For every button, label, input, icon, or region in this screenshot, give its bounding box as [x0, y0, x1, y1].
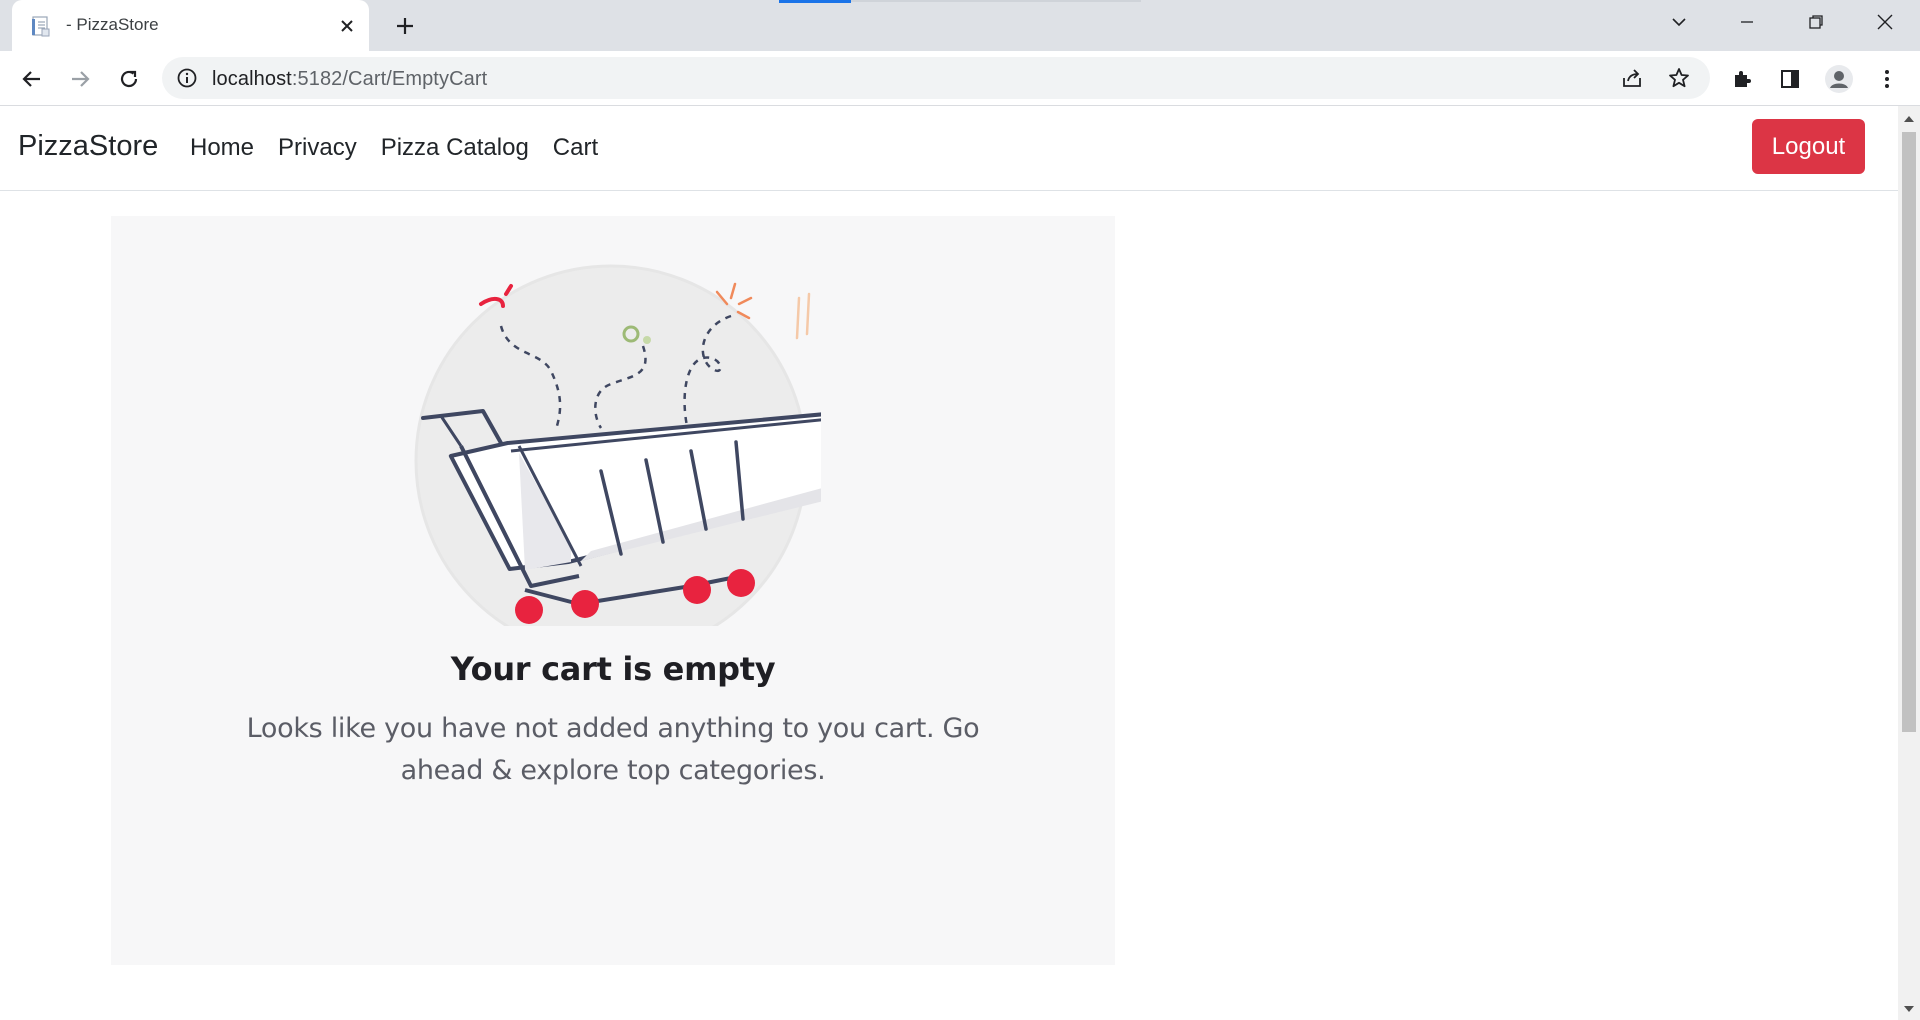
side-panel-icon[interactable] — [1773, 62, 1807, 96]
loading-track — [851, 0, 1141, 2]
page-scrollbar[interactable] — [1898, 106, 1920, 1020]
new-tab-icon[interactable] — [390, 11, 420, 41]
nav-link-home[interactable]: Home — [190, 134, 266, 162]
bookmark-star-icon[interactable] — [1667, 66, 1691, 90]
logout-button[interactable]: Logout — [1752, 119, 1865, 174]
page-viewport: PizzaStore Home Privacy Pizza Catalog Ca… — [0, 106, 1898, 1020]
close-window-icon[interactable] — [1863, 6, 1907, 38]
brand-logo[interactable]: PizzaStore — [18, 130, 158, 163]
empty-cart-illustration — [401, 246, 860, 658]
site-info-icon[interactable] — [176, 67, 198, 89]
url-path: :5182/Cart/EmptyCart — [291, 68, 488, 90]
nav-links: Home Privacy Pizza Catalog Cart — [190, 134, 610, 162]
nav-link-privacy[interactable]: Privacy — [266, 134, 369, 162]
empty-cart-title: Your cart is empty — [450, 650, 776, 688]
url-text[interactable]: localhost:5182/Cart/EmptyCart — [212, 68, 487, 91]
browser-menu-icon[interactable] — [1870, 62, 1904, 96]
nav-link-cart[interactable]: Cart — [541, 134, 610, 162]
empty-cart-card: Your cart is empty Looks like you have n… — [111, 216, 1115, 965]
share-icon[interactable] — [1620, 66, 1644, 90]
reload-icon[interactable] — [112, 62, 146, 96]
empty-cart-description: Looks like you have not added anything t… — [246, 713, 980, 786]
nav-link-pizza-catalog[interactable]: Pizza Catalog — [369, 134, 541, 162]
profile-avatar-icon[interactable] — [1822, 62, 1856, 96]
back-arrow-icon[interactable] — [15, 62, 49, 96]
scrollbar-thumb[interactable] — [1902, 132, 1916, 732]
browser-tab-strip: - PizzaStore — [0, 0, 1920, 51]
site-navbar: PizzaStore Home Privacy Pizza Catalog Ca… — [0, 106, 1898, 191]
extensions-puzzle-icon[interactable] — [1725, 62, 1759, 96]
tab-title: - PizzaStore — [66, 15, 159, 34]
minimize-icon[interactable] — [1725, 6, 1769, 38]
loading-indicator — [779, 0, 851, 3]
restore-icon[interactable] — [1794, 6, 1838, 38]
address-bar[interactable]: localhost:5182/Cart/EmptyCart — [162, 57, 1710, 99]
url-host: localhost — [212, 68, 292, 90]
tab-close-icon[interactable] — [334, 13, 360, 39]
browser-toolbar: localhost:5182/Cart/EmptyCart — [0, 51, 1920, 106]
scroll-down-arrow-icon[interactable] — [1898, 1000, 1920, 1018]
browser-tab[interactable]: - PizzaStore — [12, 0, 369, 51]
page-favicon-icon — [30, 15, 52, 37]
tab-search-chevron-icon[interactable] — [1657, 6, 1701, 38]
scroll-up-arrow-icon[interactable] — [1898, 110, 1920, 128]
forward-arrow-icon[interactable] — [63, 62, 97, 96]
